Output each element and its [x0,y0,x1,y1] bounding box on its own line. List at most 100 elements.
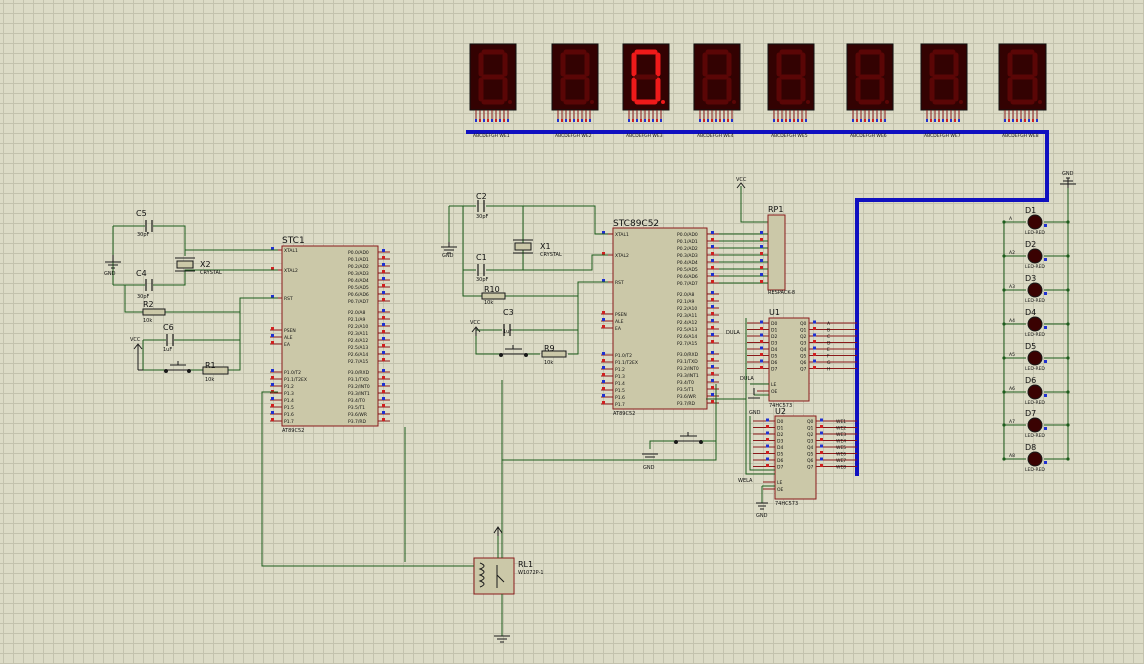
mcu-pin-label-right: P0.1/AD1 [677,239,698,245]
latch-pin-ctrl: LE [771,382,777,388]
stc1-part: AT89C52 [282,428,304,434]
mcu-pin-label-right: P3.1/TXD [348,377,369,383]
led-net: A2 [1009,250,1015,256]
mcu-pin-label-right: P2.4/A12 [348,338,368,344]
latch-net-label: D [827,341,831,347]
seven-segment-digit-6 [846,43,894,122]
mcu-pin-label-right: P3.4/T0 [677,380,694,386]
led-part: LED-RED [1025,366,1045,372]
latch-pin-ctrl: OE [771,389,778,395]
latch-net-label: WE2 [836,426,846,432]
mcu-pin-label-left: PSEN [615,312,627,318]
seven-segment-digit-2 [551,43,599,122]
latch-net-label: E [827,347,830,353]
led-ref: D5 [1025,342,1036,351]
c3-label: C3 [503,308,514,317]
mcu-pin-label-left: XTAL2 [284,268,298,274]
mcu-pin-label-right: P2.2/A10 [677,306,697,312]
mcu-pin-label-right: P0.6/AD6 [677,274,698,280]
mcu-pin-label-left: XTAL2 [615,253,629,259]
x1-part: CRYSTAL [540,252,562,258]
latch-pin-d: D4 [771,347,777,353]
mcu-pin-label-left: P1.5 [615,388,625,394]
latch-pin-ctrl: LE [777,480,783,486]
digit-caption-8: ABCDEFGH WE8 [1002,133,1039,139]
mcu-pin-label-left: P1.6 [284,412,294,418]
mcu-pin-label-left: P1.0/T2 [284,370,301,376]
mcu-pin-label-right: P2.3/A11 [677,313,697,319]
latch-pin-q: Q2 [807,432,814,438]
seven-segment-display-row [469,43,1047,122]
stc1-mcu[interactable]: STC1 AT89C52 XTAL1 XTAL2 RST PSENALEEA P1.0/… [270,236,390,434]
mcu-pin-label-left: RST [615,280,624,286]
stc1-ref: STC1 [282,236,305,246]
latch-net-label: WE8 [836,465,846,471]
latch-pin-q: Q7 [807,465,814,471]
mcu-pin-label-left: P1.6 [615,395,625,401]
led-part: LED-RED [1025,264,1045,270]
dula-label-2: DULA [740,376,754,382]
vcc-symbol-left [133,343,143,371]
latch-net-label: H [827,367,830,373]
gnd-label-u2: GND [756,513,768,519]
latch-pin-d: D1 [777,426,783,432]
r10-label: R10 [484,285,500,294]
mcu-pin-label-right: P0.2/AD2 [348,264,369,270]
latch-net-label: WE6 [836,452,846,458]
u1-latch[interactable]: U1 74HC573 D0 Q0 AD1 Q1 BD2 Q2 CD3 Q3 DD4 Q4 ED5 Q5… [747,308,857,409]
mcu-pin-label-right: P0.6/AD6 [348,292,369,298]
x2-part: CRYSTAL [200,270,222,276]
vcc-label-rp1: VCC [736,177,747,183]
mcu-pin-label-left: P1.7 [615,402,625,408]
led-part: LED-RED [1025,230,1045,236]
latch-pin-q: Q3 [807,439,814,445]
u1-ref: U1 [769,308,780,317]
stc2-mcu[interactable]: STC89C52 AT89C52 XTAL1 XTAL2 RST PSENALEEA P… [601,219,719,417]
mcu-pin-label-right: P2.1/A9 [348,317,365,323]
led-ref: D8 [1025,443,1036,452]
latch-pin-d: D4 [777,445,783,451]
mcu-pin-label-right: P3.0/RXD [348,370,370,376]
digit-caption-4: ABCDEFGH WE4 [697,133,734,139]
mcu-pin-label-right: P2.0/A8 [677,292,694,298]
mcu-pin-label-right: P2.0/A8 [348,310,365,316]
latch-net-label: F [827,354,830,360]
latch-pin-d: D2 [771,334,777,340]
led-net: A6 [1009,386,1015,392]
mcu-pin-label-right: P2.6/A14 [677,334,697,340]
mcu-pin-label-left: P1.1/T2EX [284,377,307,383]
mcu-pin-label-right: P3.7/RD [348,419,367,425]
reset-button-left[interactable] [164,361,191,373]
mcu-pin-label-left: P1.1/T2EX [615,360,638,366]
led-ref: D2 [1025,240,1036,249]
led-part: LED-RED [1025,433,1045,439]
schematic-drawing[interactable]: STC1 AT89C52 XTAL1XTAL2RSTPSENALEEAP1.0/… [0,0,1144,664]
seven-segment-digit-3 [622,43,670,122]
digit-caption-6: ABCDEFGH WE6 [850,133,887,139]
c5-value: 30pF [137,232,150,238]
mcu-pin-label-left: EA [284,342,291,348]
reset-button-right[interactable] [499,345,528,357]
c5-capacitor [145,220,153,232]
c6-capacitor [166,334,174,346]
latch-pin-d: D3 [777,439,783,445]
latch-pin-q: Q2 [800,334,807,340]
mcu-pin-label-right: P2.5/A13 [677,327,697,333]
led-d4: D4 A4 LED-RED [1002,308,1070,338]
latch-pin-q: Q0 [807,419,814,425]
u2-latch[interactable]: U2 74HC573 D0 Q0 WE1 D1 Q1 WE2 D2 Q2 WE3 D3 Q3 WE4 D… [753,407,857,507]
mcu-pin-label-left: ALE [284,335,293,341]
led-d6: D6 A6 LED-RED [1002,376,1070,406]
c2-capacitor [477,200,485,212]
c2-value: 30pF [476,214,489,220]
r1-label: R1 [205,361,216,370]
mcu-pin-label-right: P3.1/TXD [677,359,698,365]
rl1-relay[interactable] [473,557,515,595]
c1-label: C1 [476,253,487,262]
mcu-pin-label-right: P0.4/AD4 [677,260,698,266]
mcu-pin-label-right: P2.2/A10 [348,324,368,330]
latch-net-label: A [827,321,831,327]
u2-ref: U2 [775,407,786,416]
gnd-label-mid: GND [442,253,454,259]
r1-value: 10k [205,377,214,383]
